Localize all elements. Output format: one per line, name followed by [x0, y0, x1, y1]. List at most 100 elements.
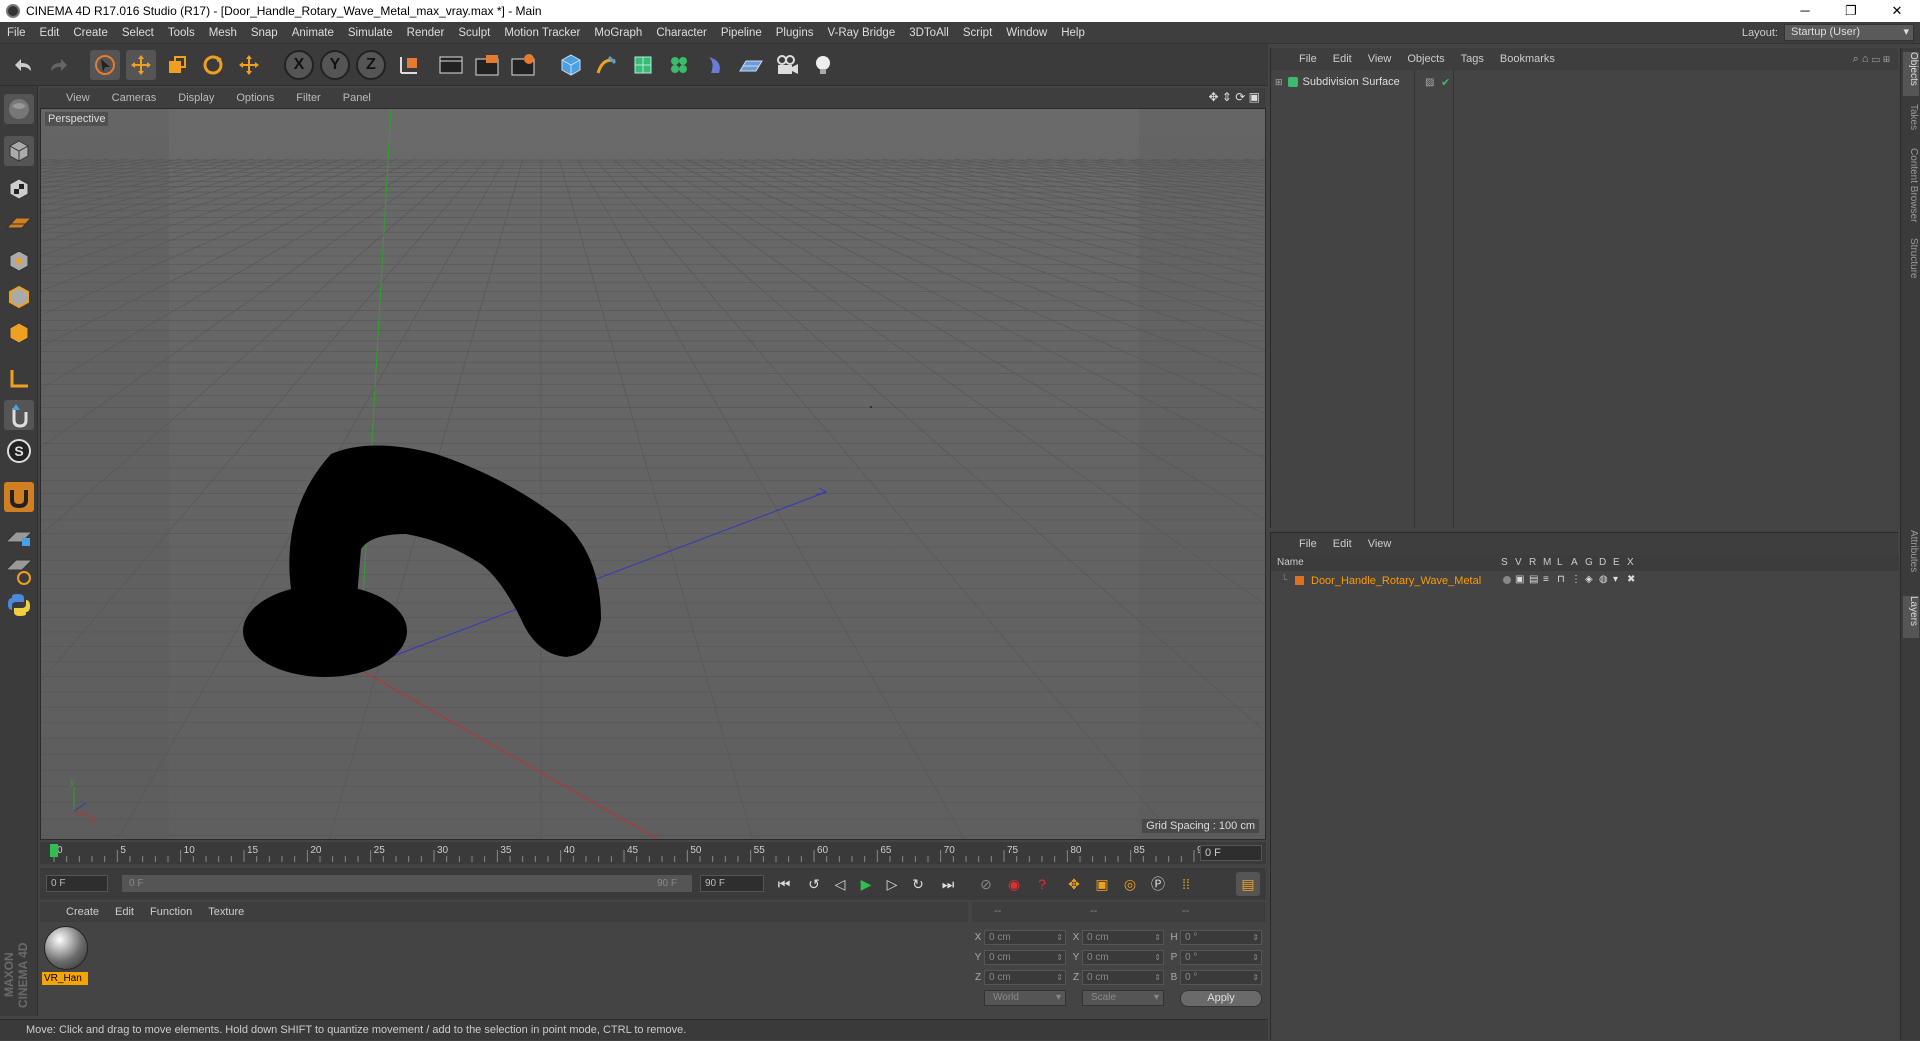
menu-character[interactable]: Character: [649, 27, 714, 39]
objects-menu-file[interactable]: File: [1291, 53, 1325, 65]
menu-motion-tracker[interactable]: Motion Tracker: [497, 27, 587, 39]
menu-simulate[interactable]: Simulate: [341, 27, 400, 39]
autokey-icon[interactable]: ◉: [1002, 872, 1026, 896]
col-name[interactable]: Name: [1277, 557, 1304, 568]
col-render[interactable]: R: [1529, 557, 1536, 568]
col-animation[interactable]: A: [1571, 557, 1578, 568]
expand-icon[interactable]: ⊞: [1275, 77, 1283, 88]
position-x-field[interactable]: 0 cm: [984, 929, 1066, 945]
rotation-h-field[interactable]: 0 °: [1180, 929, 1262, 945]
menu-script[interactable]: Script: [956, 27, 999, 39]
menu-window[interactable]: Window: [999, 27, 1054, 39]
viewport-menu-display[interactable]: Display: [167, 92, 225, 104]
solo-toggle-icon[interactable]: [1503, 576, 1511, 584]
points-mode-icon[interactable]: [4, 246, 34, 276]
material-menu-texture[interactable]: Texture: [200, 906, 252, 918]
layout-dropdown[interactable]: Startup (User): [1784, 24, 1914, 41]
edges-mode-icon[interactable]: [4, 282, 34, 312]
perspective-viewport[interactable]: y x Perspective Grid Spacing : 100 cm: [40, 108, 1266, 840]
menu-3dtoall[interactable]: 3DToAll: [902, 27, 956, 39]
texture-mode-icon[interactable]: [4, 174, 34, 204]
menu-tools[interactable]: Tools: [161, 27, 202, 39]
end-frame-field[interactable]: 90 F: [700, 875, 764, 892]
key-rotation-icon[interactable]: ◎: [1118, 872, 1142, 896]
col-generators[interactable]: G: [1585, 557, 1593, 568]
floor-scene-icon[interactable]: [736, 50, 766, 80]
workplane-lock-icon[interactable]: [4, 522, 34, 552]
keyframe-selection-icon[interactable]: ?: [1030, 872, 1054, 896]
animation-toggle-icon[interactable]: ⋮: [1571, 574, 1581, 585]
layer-color-swatch[interactable]: [1295, 576, 1304, 585]
tweak-mode-icon[interactable]: [4, 400, 34, 430]
rotation-p-field[interactable]: 0 °: [1180, 949, 1262, 965]
play-forward-icon[interactable]: ▶: [854, 872, 878, 896]
size-x-field[interactable]: 0 cm: [1082, 929, 1164, 945]
object-name[interactable]: Subdivision Surface: [1303, 76, 1400, 88]
size-y-field[interactable]: 0 cm: [1082, 949, 1164, 965]
solo-mode-icon[interactable]: S: [4, 436, 34, 466]
menu-plugins[interactable]: Plugins: [769, 27, 821, 39]
x-axis-lock-button[interactable]: X: [284, 50, 314, 80]
viewport-menu-view[interactable]: View: [40, 92, 101, 104]
workplane-mode-icon[interactable]: [4, 208, 34, 238]
playhead-marker[interactable]: [50, 844, 58, 857]
size-z-field[interactable]: 0 cm: [1082, 969, 1164, 985]
minimize-button[interactable]: ─: [1782, 0, 1828, 22]
render-toggle-icon[interactable]: ▤: [1529, 574, 1538, 585]
snap-magnet-icon[interactable]: [4, 482, 34, 512]
coordinate-mode-dropdown[interactable]: World: [984, 990, 1066, 1006]
menu-help[interactable]: Help: [1054, 27, 1092, 39]
menu-create[interactable]: Create: [66, 27, 115, 39]
restore-button[interactable]: ❐: [1828, 0, 1874, 22]
scale-tool-icon[interactable]: [162, 50, 192, 80]
record-keys-icon[interactable]: ⊘: [974, 872, 998, 896]
layers-menu-view[interactable]: View: [1360, 538, 1400, 550]
key-position-icon[interactable]: ✥: [1062, 872, 1086, 896]
next-frame-icon[interactable]: ▷: [880, 872, 904, 896]
expression-toggle-icon[interactable]: ▾: [1613, 574, 1618, 585]
lock-toggle-icon[interactable]: ⊓: [1557, 574, 1565, 585]
col-view[interactable]: V: [1515, 557, 1522, 568]
objects-menu-bookmarks[interactable]: Bookmarks: [1492, 53, 1563, 65]
viewport-menu-panel[interactable]: Panel: [332, 92, 382, 104]
size-mode-dropdown[interactable]: Scale: [1082, 990, 1164, 1006]
layer-tag-icon[interactable]: ▨: [1425, 77, 1434, 88]
material-menu-edit[interactable]: Edit: [107, 906, 142, 918]
layers-menu-file[interactable]: File: [1291, 538, 1325, 550]
menu-mesh[interactable]: Mesh: [202, 27, 244, 39]
objects-menu-edit[interactable]: Edit: [1325, 53, 1360, 65]
menu-select[interactable]: Select: [115, 27, 161, 39]
enabled-check-icon[interactable]: ✔: [1441, 76, 1450, 89]
menu-mograph[interactable]: MoGraph: [587, 27, 649, 39]
col-deformers[interactable]: D: [1599, 557, 1606, 568]
menu-render[interactable]: Render: [400, 27, 452, 39]
quantize-icon[interactable]: [4, 556, 34, 586]
z-axis-lock-button[interactable]: Z: [356, 50, 386, 80]
tab-takes[interactable]: Takes: [1903, 104, 1919, 140]
render-settings-icon[interactable]: [508, 50, 538, 80]
viewport-menu-filter[interactable]: Filter: [285, 92, 331, 104]
col-expressions[interactable]: E: [1613, 557, 1620, 568]
xref-toggle-icon[interactable]: ✖: [1627, 574, 1635, 585]
render-view-icon[interactable]: [436, 50, 466, 80]
key-scale-icon[interactable]: ▣: [1090, 872, 1114, 896]
position-z-field[interactable]: 0 cm: [984, 969, 1066, 985]
menu-file[interactable]: File: [0, 27, 33, 39]
search-icon[interactable]: ⌕ ⌂ ▭ ⊞: [1853, 53, 1890, 66]
objects-menu-objects[interactable]: Objects: [1399, 53, 1452, 65]
viewport-menu-cameras[interactable]: Cameras: [101, 92, 168, 104]
position-y-field[interactable]: 0 cm: [984, 949, 1066, 965]
rotate-tool-icon[interactable]: [198, 50, 228, 80]
viewport-menu-options[interactable]: Options: [225, 92, 285, 104]
menu-vray-bridge[interactable]: V-Ray Bridge: [820, 27, 902, 39]
timeline-window-icon[interactable]: ▤: [1236, 872, 1260, 896]
render-to-picture-viewer-icon[interactable]: [472, 50, 502, 80]
material-menu-create[interactable]: Create: [58, 906, 107, 918]
tab-content-browser[interactable]: Content Browser: [1903, 148, 1919, 228]
python-script-icon[interactable]: [4, 590, 34, 620]
layer-row[interactable]: └ Door_Handle_Rotary_Wave_Metal ▣ ▤ ≡ ⊓ …: [1271, 573, 1899, 589]
camera-icon[interactable]: [772, 50, 802, 80]
coordinate-system-icon[interactable]: [394, 50, 424, 80]
objects-menu-tags[interactable]: Tags: [1453, 53, 1492, 65]
previous-key-icon[interactable]: ↺: [802, 872, 826, 896]
